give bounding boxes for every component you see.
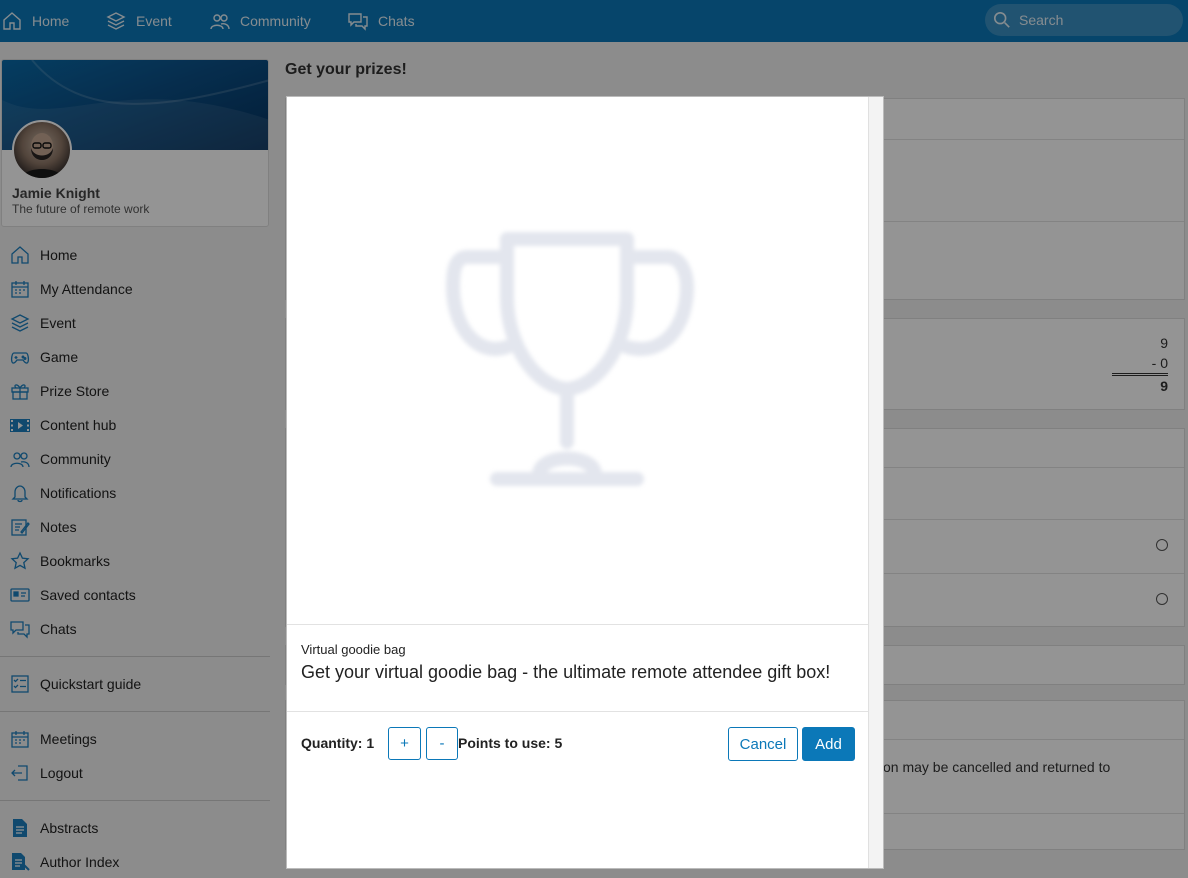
add-button[interactable]: Add xyxy=(802,727,855,761)
prize-image xyxy=(287,97,870,624)
cancel-button[interactable]: Cancel xyxy=(728,727,798,761)
trophy-icon xyxy=(446,232,694,486)
modal-divider xyxy=(287,624,870,625)
modal-divider xyxy=(287,711,870,712)
modal-scrollbar[interactable] xyxy=(868,97,883,868)
prize-modal: Virtual goodie bag Get your virtual good… xyxy=(286,96,884,869)
prize-description: Get your virtual goodie bag - the ultima… xyxy=(301,662,831,682)
quantity-label: Quantity: 1 xyxy=(301,735,375,751)
prize-name: Virtual goodie bag xyxy=(301,642,406,657)
increase-quantity-button[interactable]: + xyxy=(388,727,421,760)
points-to-use-label: Points to use: 5 xyxy=(458,735,563,751)
decrease-quantity-button[interactable]: - xyxy=(426,727,458,760)
